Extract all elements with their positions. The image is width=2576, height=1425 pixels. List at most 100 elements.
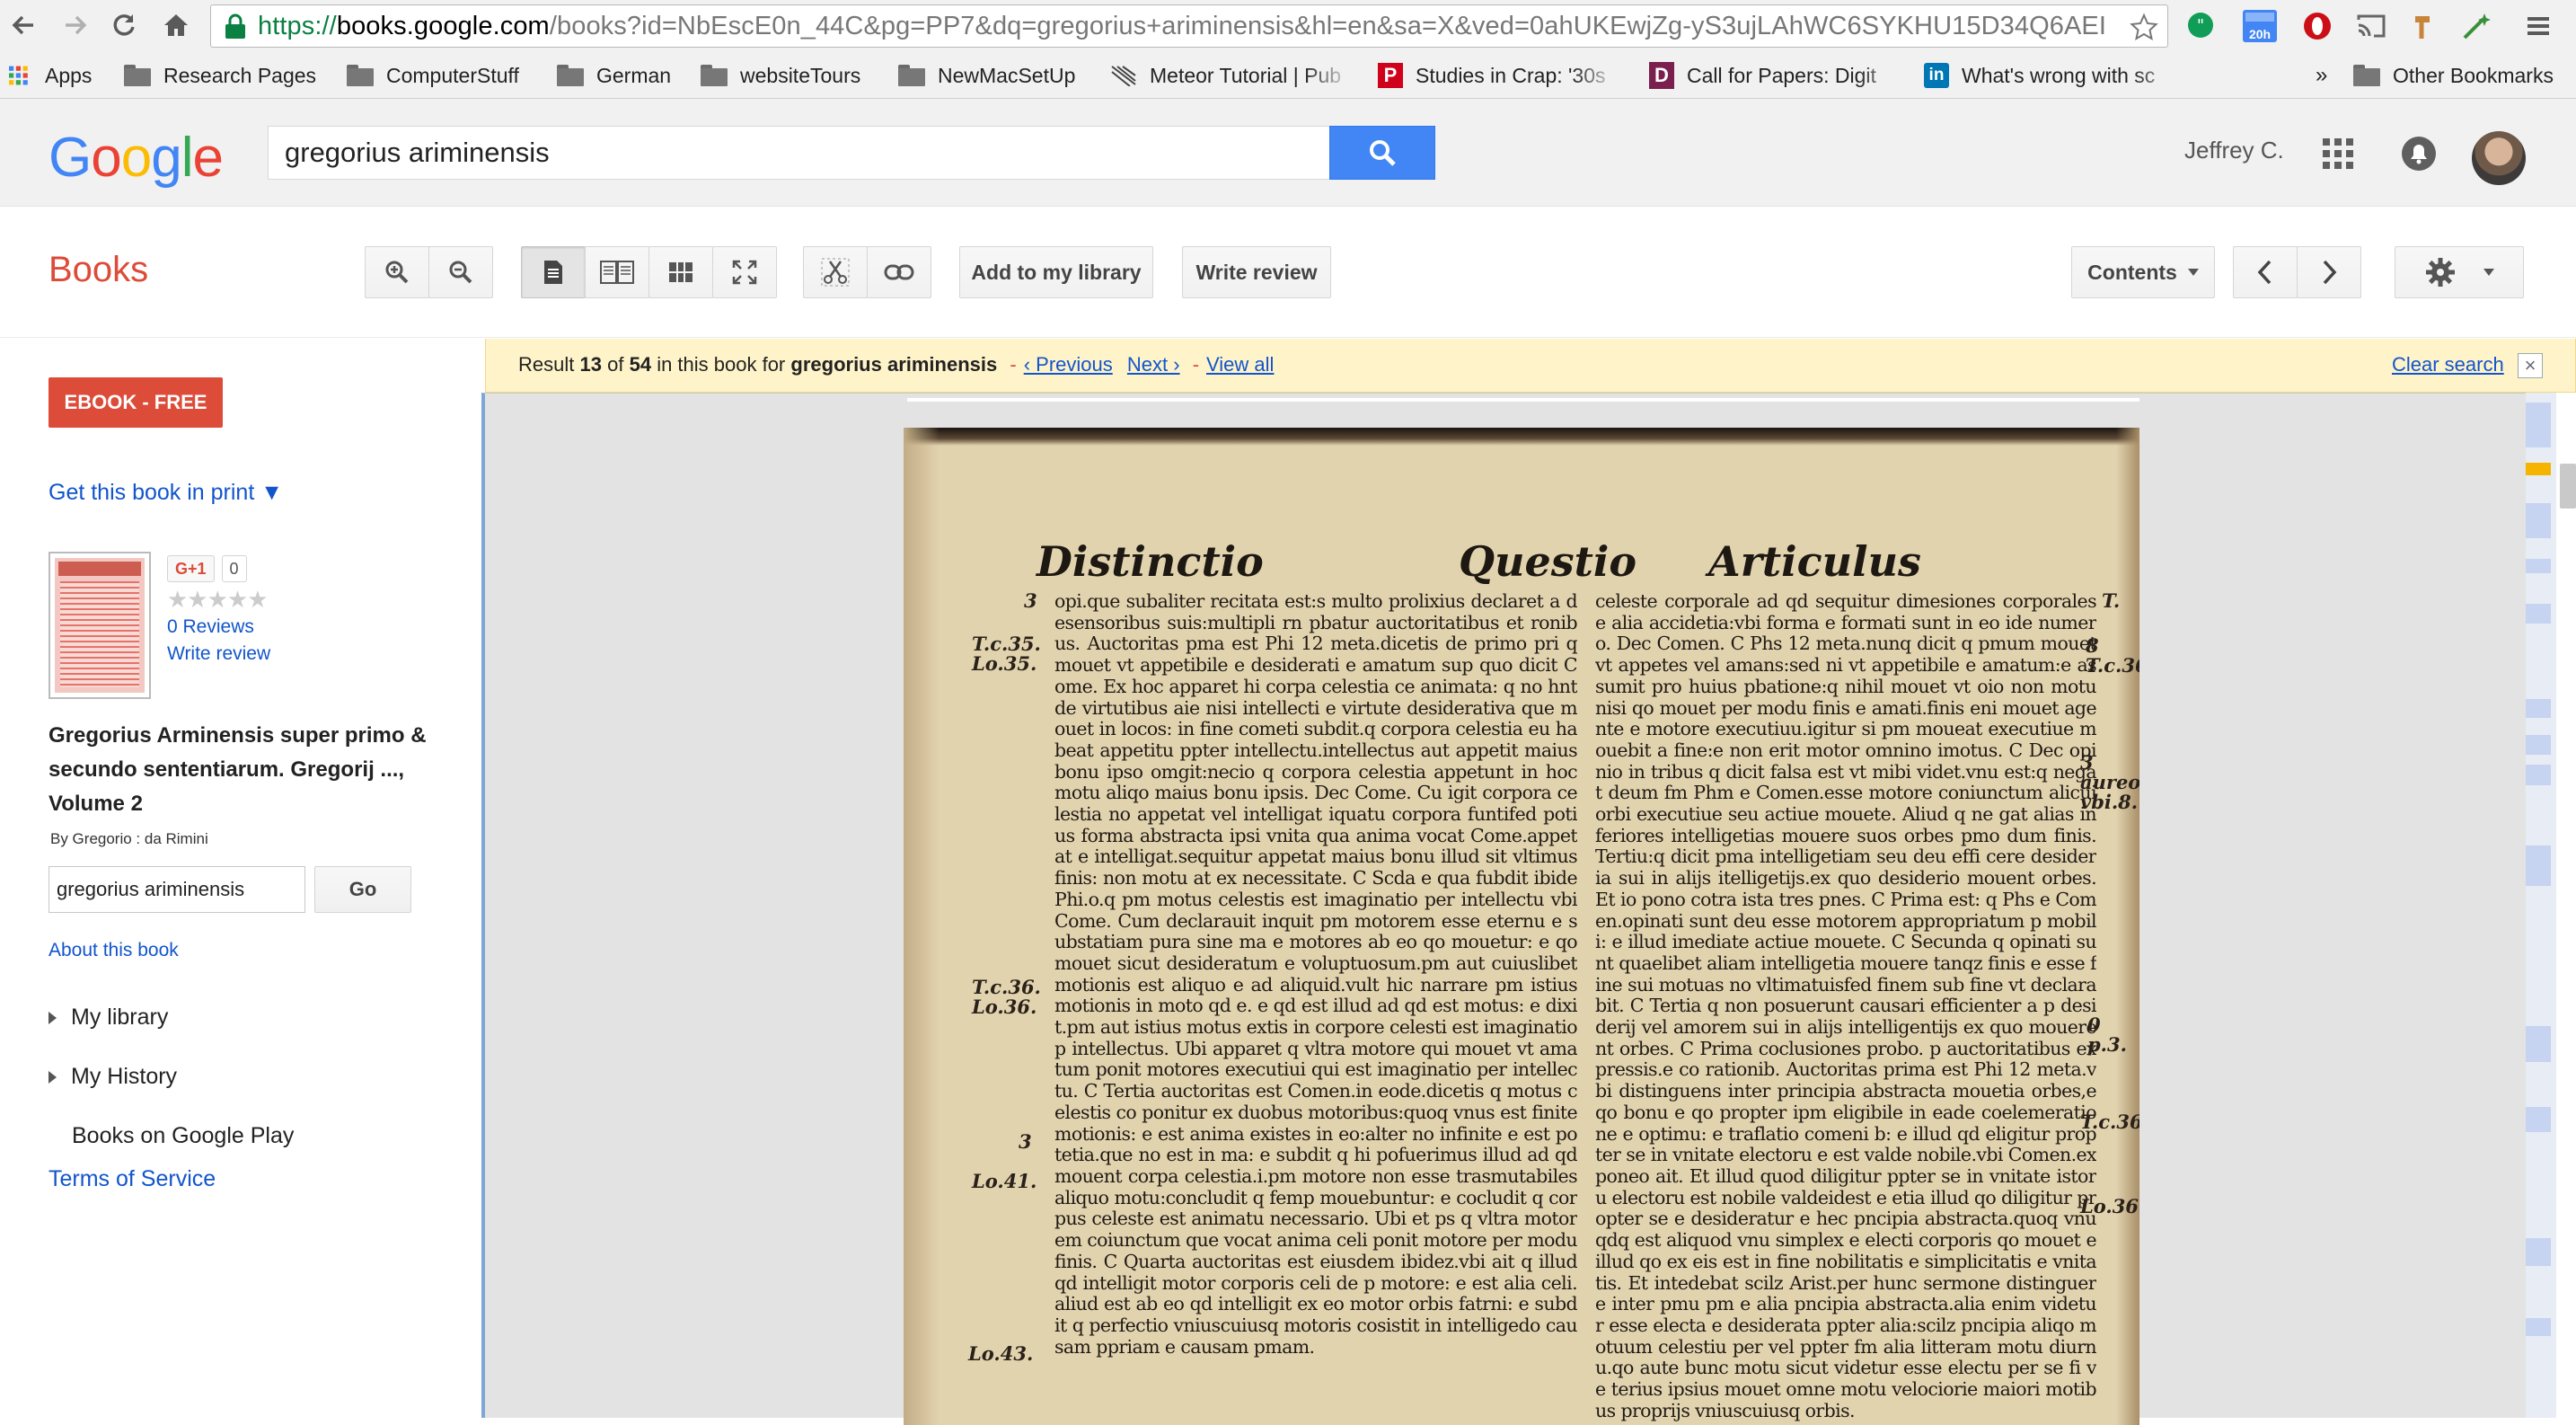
search-hit-marker[interactable] xyxy=(2526,765,2551,785)
bookmark-computerstuff[interactable]: ComputerStuff xyxy=(347,59,519,92)
search-hit-marker[interactable] xyxy=(2526,1318,2551,1337)
search-hit-marker[interactable] xyxy=(2526,1107,2551,1132)
bookmark-research-pages[interactable]: Research Pages xyxy=(124,59,316,92)
contents-dropdown[interactable]: Contents xyxy=(2071,246,2215,298)
forward-button[interactable] xyxy=(57,7,93,43)
search-input[interactable] xyxy=(285,127,1318,179)
settings-dropdown[interactable] xyxy=(2395,246,2524,298)
sidebar-write-review-link[interactable]: Write review xyxy=(167,643,270,665)
write-review-button[interactable]: Write review xyxy=(1182,246,1331,298)
thumbnail-view-button[interactable] xyxy=(648,246,713,298)
heading-questio: Questio xyxy=(1459,537,1637,586)
my-library-item[interactable]: My library xyxy=(49,1005,168,1031)
user-name[interactable]: Jeffrey C. xyxy=(2184,137,2284,164)
heading-distinctio: Distinctio xyxy=(1037,537,1264,586)
reload-button[interactable] xyxy=(106,7,142,43)
zoom-in-button[interactable] xyxy=(365,246,429,298)
search-hit-marker[interactable] xyxy=(2526,1026,2551,1062)
plus-one-button[interactable]: G+1 xyxy=(167,555,215,582)
folder-icon xyxy=(701,65,728,86)
margin-note: 3 aureo. vbi.8. xyxy=(2080,751,2139,813)
next-page-button[interactable] xyxy=(2297,246,2361,298)
bookmark-newmacsetup[interactable]: NewMacSetUp xyxy=(898,59,1075,92)
book-viewer[interactable]: Distinctio Questio Articulus 3 T.c.35. L… xyxy=(481,393,2526,1425)
search-hit-marker[interactable] xyxy=(2526,503,2551,539)
back-button[interactable] xyxy=(5,7,41,43)
bookmarks-overflow-button[interactable]: » xyxy=(2316,59,2327,92)
bookmark-studies-in-crap[interactable]: P Studies in Crap: '30s xyxy=(1378,59,1620,92)
google-logo[interactable]: Google xyxy=(49,126,224,190)
view-all-link[interactable]: View all xyxy=(1206,353,1274,376)
bookmark-whats-wrong[interactable]: in What's wrong with sc xyxy=(1924,59,2184,92)
folder-icon xyxy=(124,65,151,86)
close-result-bar-button[interactable]: × xyxy=(2518,353,2543,378)
bookmark-german[interactable]: German xyxy=(557,59,671,92)
bookmark-websitetours[interactable]: websiteTours xyxy=(701,59,860,92)
bookmark-meteor-tutorial[interactable]: Meteor Tutorial | Pub xyxy=(1110,59,1353,92)
calendar-extension[interactable]: 20h xyxy=(2242,8,2278,44)
google-apps-icon[interactable] xyxy=(2323,138,2353,169)
close-icon: × xyxy=(2524,354,2536,376)
clear-search-link[interactable]: Clear search xyxy=(2392,339,2504,391)
search-hit-marker[interactable] xyxy=(2526,403,2551,448)
book-cover-thumbnail[interactable] xyxy=(49,552,151,699)
user-avatar[interactable] xyxy=(2472,131,2526,185)
star-bookmark-icon[interactable] xyxy=(2130,13,2158,41)
chrome-menu-button[interactable] xyxy=(2520,8,2556,44)
search-hit-marker[interactable] xyxy=(2526,734,2551,755)
books-title[interactable]: Books xyxy=(49,250,148,290)
previous-result-link[interactable]: ‹ Previous xyxy=(1024,353,1113,376)
search-hit-marker[interactable] xyxy=(2526,1237,2551,1266)
ebook-free-button[interactable]: EBOOK - FREE xyxy=(49,377,223,428)
tool-extension[interactable] xyxy=(2407,8,2443,44)
scrollbar-thumb[interactable] xyxy=(2560,464,2576,509)
search-in-book-input[interactable] xyxy=(49,867,304,912)
meteor-icon xyxy=(1111,66,1136,86)
terms-of-service-link[interactable]: Terms of Service xyxy=(49,1166,216,1192)
single-page-view-button[interactable] xyxy=(521,246,586,298)
reviews-link[interactable]: 0 Reviews xyxy=(167,616,254,638)
zoom-out-button[interactable] xyxy=(428,246,493,298)
search-button[interactable] xyxy=(1329,126,1435,180)
clip-button[interactable] xyxy=(803,246,868,298)
margin-note: 3 xyxy=(1024,589,1037,612)
cast-button[interactable] xyxy=(2353,8,2389,44)
search-hit-marker[interactable] xyxy=(2526,845,2551,886)
bookmark-apps[interactable]: Apps xyxy=(9,59,92,92)
script-extension[interactable] xyxy=(2459,8,2495,44)
next-result-link[interactable]: Next › xyxy=(1127,353,1180,376)
about-this-book-link[interactable]: About this book xyxy=(49,940,179,961)
two-page-icon xyxy=(600,261,634,284)
search-icon xyxy=(1370,140,1396,166)
books-on-google-play-link[interactable]: Books on Google Play xyxy=(72,1123,294,1149)
bookmark-label: German xyxy=(596,63,672,87)
google-header: Google Jeffrey C. xyxy=(0,99,2576,207)
address-bar[interactable]: https://books.google.com/books?id=NbEscE… xyxy=(210,4,2168,48)
previous-page-button[interactable] xyxy=(2233,246,2298,298)
search-hit-marker[interactable] xyxy=(2526,558,2551,574)
link-icon xyxy=(884,264,914,280)
logo-letter: G xyxy=(49,127,92,189)
add-to-library-button[interactable]: Add to my library xyxy=(959,246,1153,298)
link-button[interactable] xyxy=(867,246,931,298)
bookmark-call-for-papers[interactable]: D Call for Papers: Digit xyxy=(1649,59,1910,92)
two-page-view-button[interactable] xyxy=(585,246,649,298)
logo-letter: l xyxy=(181,127,194,189)
fullscreen-button[interactable] xyxy=(712,246,777,298)
notifications-bell-icon[interactable] xyxy=(2402,137,2436,171)
my-history-item[interactable]: My History xyxy=(49,1064,177,1090)
margin-note: Lo.36. xyxy=(2080,1195,2139,1217)
bookmark-other-bookmarks[interactable]: Other Bookmarks xyxy=(2353,59,2554,92)
search-hit-marker[interactable] xyxy=(2526,463,2551,475)
go-button[interactable]: Go xyxy=(314,866,411,913)
get-this-book-in-print-link[interactable]: Get this book in print ▼ xyxy=(49,480,283,506)
opera-extension[interactable] xyxy=(2299,8,2335,44)
evernote-extension[interactable]: " xyxy=(2183,8,2219,44)
books-play-label: Books on Google Play xyxy=(72,1123,295,1148)
home-button[interactable] xyxy=(158,7,194,43)
fullscreen-icon xyxy=(732,260,757,285)
search-hit-marker[interactable] xyxy=(2526,699,2551,718)
expand-triangle-icon xyxy=(49,1070,57,1084)
search-hit-marker[interactable] xyxy=(2526,604,2551,624)
separator: - xyxy=(1010,353,1017,376)
